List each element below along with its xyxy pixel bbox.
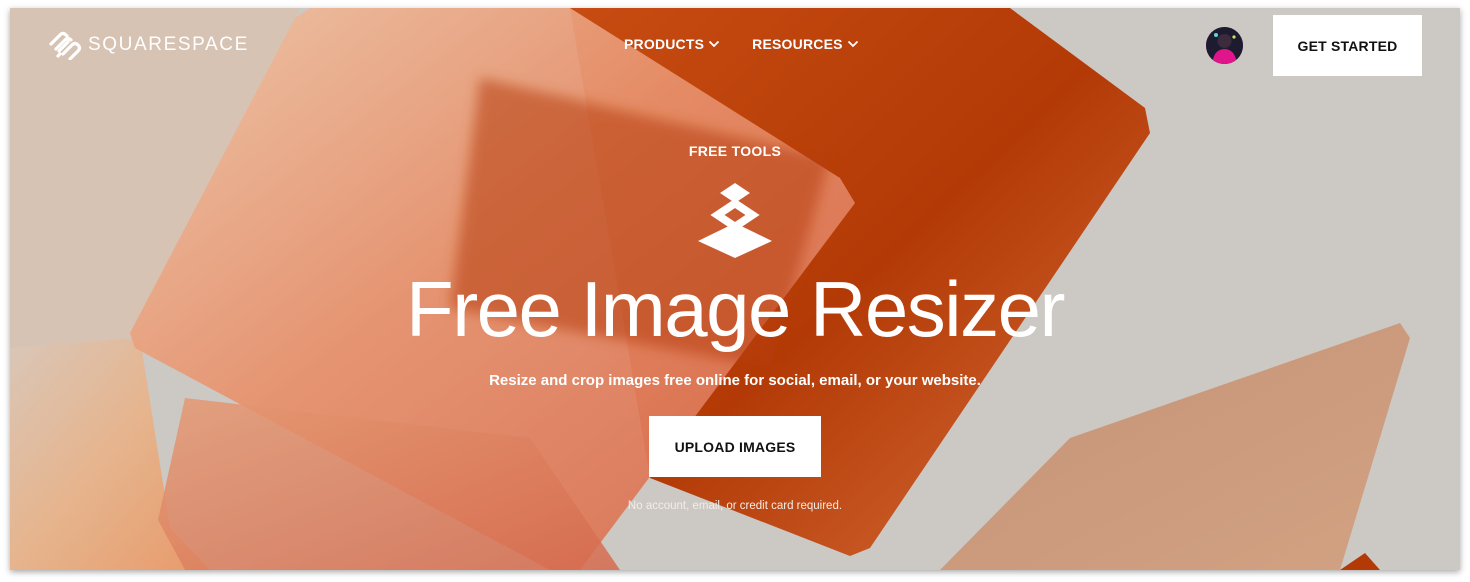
nav-products-label: PRODUCTS <box>624 36 705 52</box>
nav-products[interactable]: PRODUCTS <box>624 36 720 52</box>
squarespace-logo-icon <box>49 31 82 60</box>
brand-logo[interactable]: SQUARESPACE <box>48 30 249 60</box>
chevron-down-icon <box>847 40 858 48</box>
upload-images-button[interactable]: UPLOAD IMAGES <box>649 416 821 477</box>
main-nav: PRODUCTS RESOURCES <box>624 36 859 52</box>
chevron-down-icon <box>709 40 720 48</box>
avatar-image <box>1206 27 1243 64</box>
hero-disclaimer: No account, email, or credit card requir… <box>627 500 843 512</box>
hero-eyebrow: FREE TOOLS <box>688 143 782 159</box>
brand-name: SQUARESPACE <box>88 34 249 55</box>
layers-icon <box>698 183 772 258</box>
nav-resources[interactable]: RESOURCES <box>752 36 858 52</box>
hero-subtitle: Resize and crop images free online for s… <box>489 372 981 389</box>
page-frame: SQUARESPACE PRODUCTS RESOURCES GET START… <box>10 8 1460 570</box>
user-avatar[interactable] <box>1206 27 1243 64</box>
get-started-button[interactable]: GET STARTED <box>1273 15 1422 76</box>
nav-resources-label: RESOURCES <box>752 36 843 52</box>
page-title: Free Image Resizer <box>406 265 1065 353</box>
